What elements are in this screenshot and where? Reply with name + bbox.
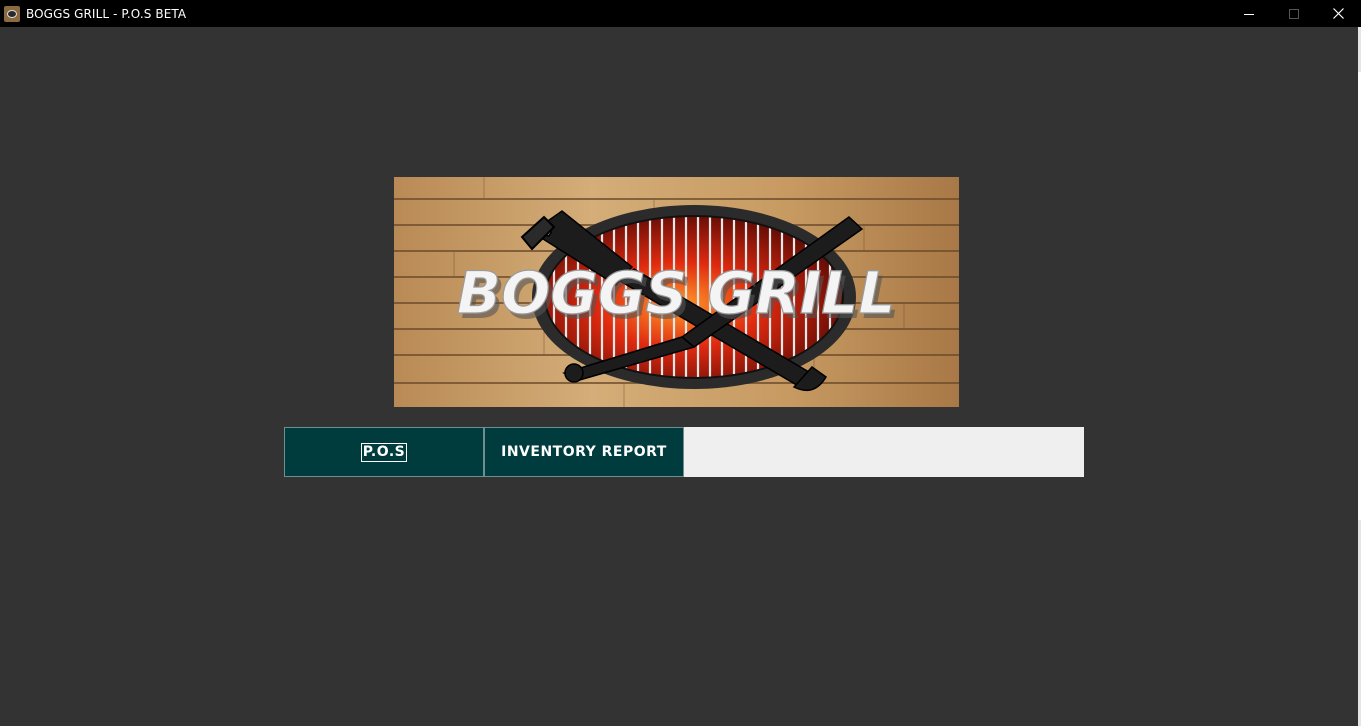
pos-button-label: P.O.S xyxy=(360,442,408,462)
minimize-icon[interactable] xyxy=(1226,0,1271,27)
maximize-icon[interactable] xyxy=(1271,0,1316,27)
close-icon[interactable] xyxy=(1316,0,1361,27)
app-icon xyxy=(4,5,20,22)
window-controls xyxy=(1226,0,1361,27)
pos-button[interactable]: P.O.S xyxy=(284,427,484,477)
main-menu-bar: P.O.S INVENTORY REPORT xyxy=(284,427,1084,477)
boggs-grill-logo: BOGGS GRILL BOGGS GRILL xyxy=(394,177,959,407)
title-bar[interactable]: BOGGS GRILL - P.O.S BETA xyxy=(0,0,1361,27)
window-title: BOGGS GRILL - P.O.S BETA xyxy=(26,6,187,21)
inventory-report-button-label: INVENTORY REPORT xyxy=(501,444,667,460)
inventory-report-button[interactable]: INVENTORY REPORT xyxy=(484,427,684,477)
svg-text:BOGGS GRILL: BOGGS GRILL xyxy=(457,259,895,327)
